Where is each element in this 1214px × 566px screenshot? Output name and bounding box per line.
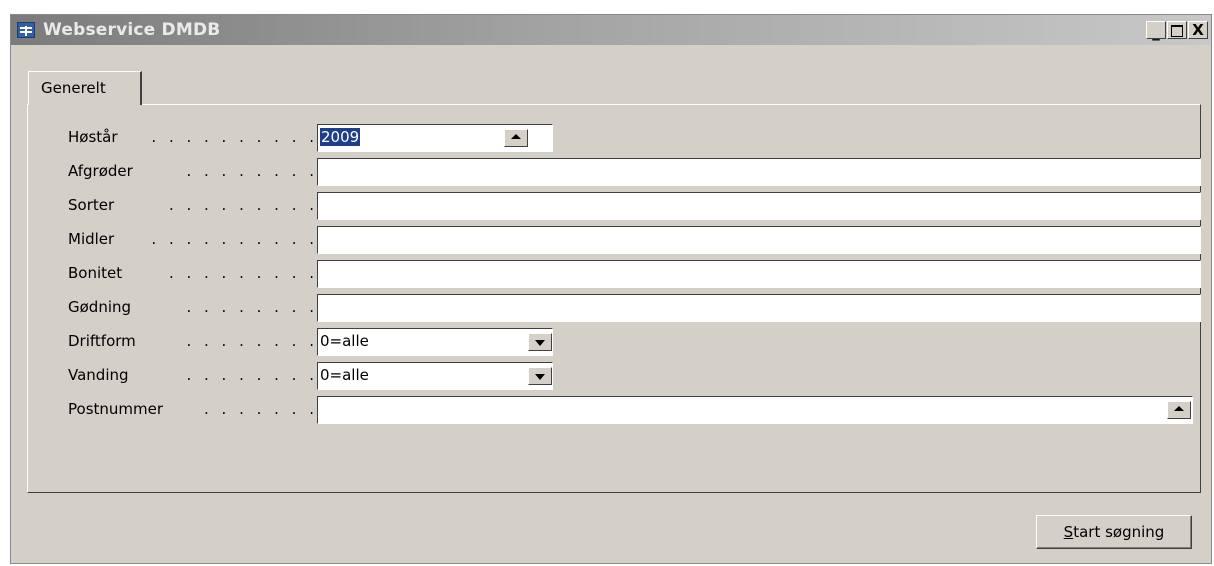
maximize-icon [1171, 25, 1183, 37]
vanding-dropdown-button[interactable] [528, 367, 552, 385]
start-search-accelerator: S [1063, 523, 1074, 541]
midler-leader: . . . . . . . . . . [151, 230, 318, 248]
lookup-arrow-icon [511, 134, 521, 139]
close-button[interactable]: X [1188, 21, 1208, 39]
vanding-value: 0=alle [320, 366, 369, 384]
driftform-select[interactable]: 0=alle [317, 328, 553, 356]
lookup-arrow-icon [1174, 406, 1184, 411]
driftform-dropdown-button[interactable] [528, 333, 552, 351]
vanding-select[interactable]: 0=alle [317, 362, 553, 390]
chevron-down-icon [535, 374, 545, 380]
start-search-button[interactable]: Start søgning [1036, 515, 1192, 549]
tab-panel: Høstår . . . . . . . . . . 2009 Afgrøder… [27, 104, 1201, 493]
godning-field[interactable] [317, 294, 1201, 322]
chevron-down-icon [535, 340, 545, 346]
tab-generelt-label: Generelt [41, 79, 106, 97]
window-title: Webservice DMDB [43, 20, 221, 40]
godning-leader: . . . . . . . . [186, 298, 318, 316]
bonitet-field[interactable] [317, 260, 1201, 288]
postnummer-field[interactable] [317, 396, 1193, 424]
hostaar-leader: . . . . . . . . . . [151, 128, 318, 146]
postnummer-leader: . . . . . . . [204, 400, 318, 418]
driftform-leader: . . . . . . . . [186, 332, 318, 350]
maximize-button[interactable] [1167, 21, 1187, 39]
driftform-value: 0=alle [320, 332, 369, 350]
hostaar-lookup-button[interactable] [504, 129, 528, 147]
hostaar-value: 2009 [320, 128, 361, 146]
postnummer-lookup-button[interactable] [1167, 401, 1191, 419]
title-bar[interactable]: Webservice DMDB _ X [11, 15, 1211, 45]
midler-field[interactable] [317, 226, 1201, 254]
window: Webservice DMDB _ X Generelt Høstår . . … [10, 14, 1212, 564]
tab-generelt[interactable]: Generelt [28, 71, 142, 105]
afgroder-leader: . . . . . . . . [186, 162, 318, 180]
minimize-icon: _ [1152, 23, 1160, 41]
start-search-label: tart søgning [1073, 523, 1165, 541]
vanding-leader: . . . . . . . . [186, 366, 318, 384]
close-icon: X [1192, 21, 1204, 39]
sorter-field[interactable] [317, 192, 1201, 220]
app-icon [17, 22, 35, 38]
afgroder-field[interactable] [317, 158, 1201, 186]
minimize-button[interactable]: _ [1146, 21, 1166, 41]
sorter-leader: . . . . . . . . . [168, 196, 318, 214]
bonitet-leader: . . . . . . . . . [168, 264, 318, 282]
